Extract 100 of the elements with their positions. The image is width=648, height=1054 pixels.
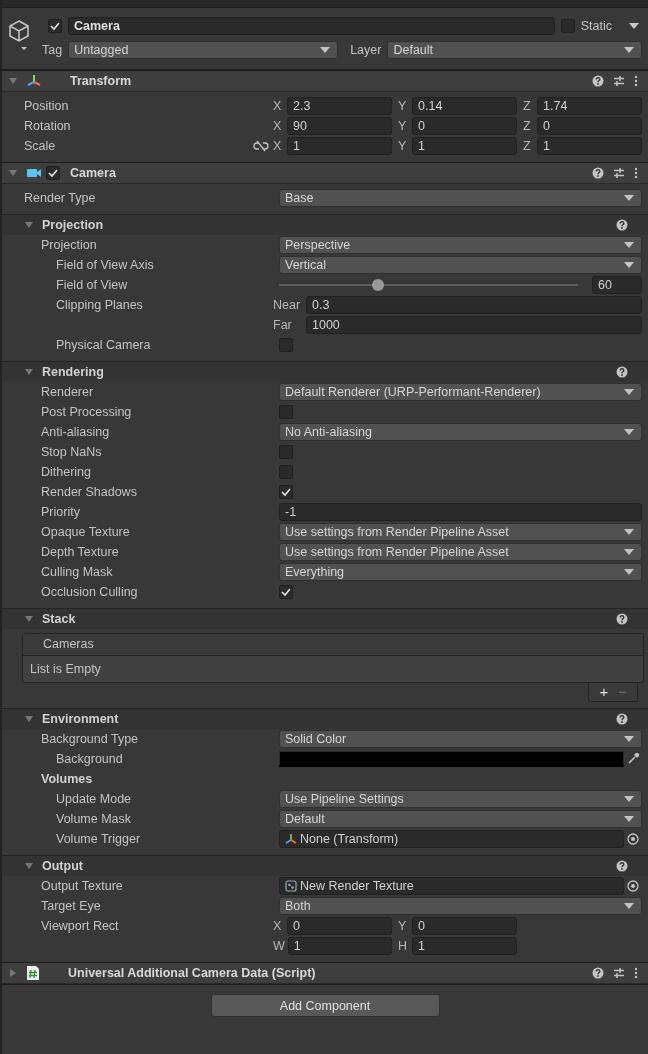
caret-icon: [624, 816, 634, 822]
input-field[interactable]: 1: [412, 937, 517, 955]
dropdown[interactable]: Vertical: [279, 256, 642, 274]
help-icon[interactable]: [592, 167, 604, 179]
section-header[interactable]: Environment: [2, 708, 648, 729]
disclosure-triangle-icon[interactable]: [8, 168, 18, 178]
caret-icon: [624, 429, 634, 435]
axis-label: Z: [523, 139, 532, 153]
help-icon[interactable]: [616, 713, 628, 725]
input-field[interactable]: 0.3: [306, 296, 642, 314]
sliders-icon[interactable]: [613, 967, 625, 979]
layer-dropdown[interactable]: Default: [387, 41, 642, 59]
axis-label: X: [273, 119, 283, 133]
input-field[interactable]: 0: [412, 917, 517, 935]
dropdown[interactable]: Both: [279, 897, 642, 915]
object-field[interactable]: None (Transform): [279, 830, 624, 848]
checkbox[interactable]: [279, 338, 293, 352]
checkbox[interactable]: [279, 585, 293, 599]
section-header[interactable]: Stack: [2, 608, 648, 629]
input-field[interactable]: 1000: [306, 316, 642, 334]
help-icon[interactable]: [616, 219, 628, 231]
dropdown[interactable]: Default Renderer (URP-Performant-Renderer): [279, 383, 642, 401]
checkbox[interactable]: [560, 19, 575, 33]
input-field[interactable]: 1: [412, 137, 517, 155]
axis-label: Far: [273, 318, 293, 332]
help-icon[interactable]: [592, 75, 604, 87]
dropdown[interactable]: Everything: [279, 563, 642, 581]
dropdown[interactable]: Use settings from Render Pipeline Asset: [279, 543, 642, 561]
input-field[interactable]: 1.74: [537, 97, 642, 115]
axis-label: X: [273, 99, 283, 113]
disclosure-triangle-icon[interactable]: [24, 220, 34, 230]
help-icon[interactable]: [592, 967, 604, 979]
more-options-icon[interactable]: [634, 75, 638, 87]
input-field[interactable]: 0.14: [412, 97, 517, 115]
more-options-icon[interactable]: [634, 167, 638, 179]
empty-list-message: List is Empty: [29, 661, 102, 678]
input-field[interactable]: 1: [287, 937, 392, 955]
field-label: Priority: [41, 505, 80, 519]
input-field[interactable]: 0: [412, 117, 517, 135]
input-field[interactable]: 0: [537, 117, 642, 135]
broken-link-icon[interactable]: [253, 140, 269, 152]
input-field[interactable]: 60: [592, 276, 642, 294]
input-field[interactable]: 1: [287, 137, 392, 155]
input-field[interactable]: 0: [287, 917, 392, 935]
help-icon[interactable]: [616, 613, 628, 625]
disclosure-triangle-icon[interactable]: [24, 614, 34, 624]
caret-icon[interactable]: [628, 22, 640, 30]
sliders-icon[interactable]: [613, 75, 625, 87]
input-field[interactable]: 2.3: [287, 97, 392, 115]
dropdown[interactable]: Solid Color: [279, 730, 642, 748]
help-icon[interactable]: [616, 366, 628, 378]
input-field[interactable]: -1: [279, 503, 642, 521]
input-field[interactable]: 1: [537, 137, 642, 155]
axis-label: Near: [273, 298, 302, 312]
disclosure-triangle-icon[interactable]: [24, 714, 34, 724]
help-icon[interactable]: [616, 860, 628, 872]
component-header[interactable]: Transform: [2, 70, 648, 92]
caret-icon: [624, 195, 634, 201]
axis-label: X: [273, 919, 283, 933]
field-label: Viewport Rect: [41, 919, 119, 933]
checkbox[interactable]: [279, 485, 293, 499]
checkbox[interactable]: [46, 166, 60, 180]
sliders-icon[interactable]: [613, 167, 625, 179]
add-component-button[interactable]: Add Component: [210, 994, 440, 1017]
component-header[interactable]: Universal Additional Camera Data (Script): [2, 962, 648, 984]
name-field[interactable]: Camera: [68, 17, 555, 35]
checkbox[interactable]: [279, 445, 293, 459]
more-options-icon[interactable]: [634, 967, 638, 979]
dropdown[interactable]: Default: [279, 810, 642, 828]
checkbox[interactable]: [279, 405, 293, 419]
object-picker-icon[interactable]: [624, 830, 642, 848]
field-label: Target Eye: [41, 899, 101, 913]
field-label: Clipping Planes: [56, 298, 143, 312]
slider-track[interactable]: [279, 279, 578, 291]
caret-icon: [320, 47, 331, 53]
component-header[interactable]: Camera: [2, 162, 648, 184]
disclosure-triangle-icon[interactable]: [24, 367, 34, 377]
slider-thumb[interactable]: [371, 279, 384, 291]
dropdown[interactable]: Use settings from Render Pipeline Asset: [279, 523, 642, 541]
input-field[interactable]: 90: [287, 117, 392, 135]
color-field[interactable]: [279, 751, 624, 767]
axes-icon: [26, 73, 42, 89]
dropdown[interactable]: Base: [279, 189, 642, 207]
section-header[interactable]: Rendering: [2, 361, 648, 382]
section-header[interactable]: Output: [2, 855, 648, 876]
disclosure-triangle-icon[interactable]: [8, 968, 18, 978]
dropdown[interactable]: No Anti-aliasing: [279, 423, 642, 441]
field-label: Dithering: [41, 465, 92, 479]
tag-dropdown[interactable]: Untagged: [68, 41, 339, 59]
disclosure-triangle-icon[interactable]: [8, 76, 18, 86]
dropdown[interactable]: Use Pipeline Settings: [279, 790, 642, 808]
checkbox[interactable]: [48, 19, 62, 33]
object-picker-icon[interactable]: [624, 877, 642, 895]
section-header[interactable]: Projection: [2, 214, 648, 235]
axis-label: W: [273, 939, 285, 953]
disclosure-triangle-icon[interactable]: [24, 861, 34, 871]
checkbox[interactable]: [279, 465, 293, 479]
object-field[interactable]: New Render Texture: [279, 877, 624, 895]
list-button[interactable]: +: [595, 683, 613, 701]
dropdown[interactable]: Perspective: [279, 236, 642, 254]
